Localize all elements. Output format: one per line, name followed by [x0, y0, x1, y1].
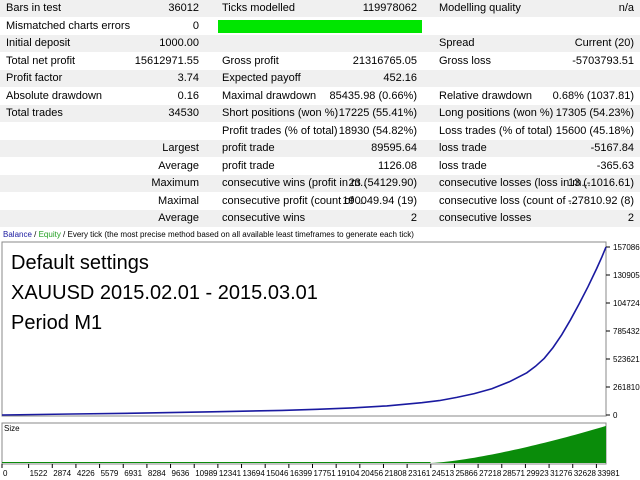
x-tick-label: 32628 [574, 469, 597, 478]
stat-value: 23 (54129.90) [348, 177, 418, 189]
report-row: Largest profit trade 89595.64 loss trade -51… [0, 140, 640, 157]
report-row: Total net profit 15612971.55 Gross profit 2… [0, 53, 640, 70]
stat-value: 34530 [168, 107, 199, 119]
report-row: Profit trades (% of total) 18930 (54.82%)… [0, 123, 640, 140]
stat-value: 18930 (54.82%) [338, 124, 417, 137]
x-tick-label: 4226 [77, 469, 95, 478]
report-row: Total trades 34530 Short positions (won %)… [0, 105, 640, 122]
x-tick-label: 5579 [101, 469, 119, 478]
x-tick-label: 15046 [266, 469, 289, 478]
report-row: Bars in test 36012 Ticks modelled 119978062… [0, 0, 640, 17]
x-tick-label: 12341 [219, 469, 242, 478]
stat-value: 21316765.05 [352, 54, 417, 67]
x-tick-label: 0 [3, 469, 8, 478]
stat-value: 119978062 [362, 2, 417, 14]
stat-value: n/a [618, 2, 634, 14]
y-tick-label: 5236217 [613, 355, 640, 364]
stat-value: 1126.08 [378, 159, 417, 172]
x-tick-label: 23161 [408, 469, 431, 478]
size-label: Size [4, 424, 20, 433]
stat-value: Maximum [151, 177, 199, 189]
report-row: Average profit trade 1126.08 loss trade -365… [0, 158, 640, 175]
x-tick-label: 25866 [455, 469, 478, 478]
stat-value: 0.16 [177, 89, 199, 102]
annotation-symbol-dates: XAUUSD 2015.02.01 - 2015.03.01 [11, 282, 318, 304]
x-tick-label: 33981 [597, 469, 620, 478]
stat-value [0, 123, 205, 140]
stat-value [433, 18, 640, 35]
stat-value: 3.74 [177, 72, 199, 84]
report-row: Absolute drawdown 0.16 Maximal drawdown 854… [0, 88, 640, 105]
stat-value: 1000.00 [159, 37, 199, 49]
y-tick-label: 2618109 [613, 383, 640, 392]
x-tick-label: 1522 [30, 469, 48, 478]
y-tick-label: 0 [613, 411, 618, 420]
chart-header-sep: / [31, 230, 39, 239]
x-tick-label: 28571 [503, 469, 526, 478]
stat-value: 15612971.55 [134, 54, 199, 67]
stat-value: 17225 (55.41%) [338, 107, 417, 119]
x-tick-label: 16399 [290, 469, 313, 478]
stat-value: 190049.94 (19) [342, 194, 417, 207]
stat-value: 452.16 [383, 72, 417, 84]
annotation-settings: Default settings [11, 252, 149, 274]
stat-value: Current (20) [574, 37, 634, 49]
x-tick-label: 8284 [148, 469, 166, 478]
report-row: Maximum consecutive wins (profit in m... 2… [0, 175, 640, 192]
stat-value [216, 18, 423, 35]
stat-value: Average [158, 159, 199, 172]
x-tick-label: 29923 [526, 469, 549, 478]
stat-value: 15600 (45.18%) [555, 124, 634, 137]
x-tick-label: 9636 [172, 469, 190, 478]
chart-header-description: / Every tick (the most precise method ba… [60, 230, 414, 239]
stat-value: 85435.98 (0.66%) [329, 89, 417, 102]
y-tick-label: 10472434 [613, 299, 640, 308]
stat-value: 2 [627, 212, 634, 224]
report-row: Profit factor 3.74 Expected payoff 452.16 [0, 70, 640, 87]
x-tick-label: 13694 [243, 469, 266, 478]
stat-value: 2 [410, 212, 417, 224]
report-table: Bars in test 36012 Ticks modelled 119978062… [0, 0, 640, 228]
x-tick-label: 21808 [384, 469, 407, 478]
balance-chart: 15708652 13090543 10472434 7854326 5236217 26… [0, 228, 640, 480]
stat-value: 17305 (54.23%) [555, 107, 634, 119]
stat-value: -27810.92 (8) [567, 194, 634, 207]
stat-value: Maximal [158, 194, 199, 207]
chart-header-balance: Balance [3, 230, 32, 239]
x-tick-label: 31276 [550, 469, 573, 478]
chart-header-equity: Equity [38, 230, 61, 239]
report-row: Initial deposit 1000.00 Spread Current (20) [0, 35, 640, 52]
stat-value: -365.63 [596, 159, 634, 172]
x-tick-label: 20456 [361, 469, 384, 478]
stat-value: 89595.64 [371, 142, 417, 154]
stat-value: -5703793.51 [572, 54, 634, 67]
x-tick-label: 10989 [195, 469, 218, 478]
stat-value: 0 [192, 19, 199, 32]
y-tick-label: 13090543 [613, 271, 640, 280]
chart-header: Balance / Equity / Every tick (the most … [0, 228, 640, 242]
x-tick-label: 24513 [432, 469, 455, 478]
annotation-period: Period M1 [11, 312, 103, 334]
y-tick-label: 7854326 [613, 327, 640, 336]
stat-value: -5167.84 [590, 142, 634, 154]
y-tick-label: 15708652 [613, 243, 640, 252]
stat-value: 36012 [168, 2, 199, 14]
report-row: Mismatched charts errors 0 [0, 18, 640, 35]
report-row: Average consecutive wins 2 consecutive loss… [0, 210, 640, 227]
stat-value [216, 35, 423, 52]
stat-value: 13 (-1016.61) [567, 177, 634, 189]
stat-value [433, 70, 640, 87]
stat-value: 0.68% (1037.81) [552, 89, 634, 102]
x-tick-label: 27218 [479, 469, 502, 478]
stat-value: Largest [162, 142, 199, 154]
x-tick-label: 2874 [53, 469, 71, 478]
x-tick-label: 6931 [124, 469, 142, 478]
x-tick-label: 19104 [337, 469, 360, 478]
x-tick-label: 17751 [314, 469, 337, 478]
stat-value: Average [158, 212, 199, 224]
report-row: Maximal consecutive profit (count of ... 1… [0, 193, 640, 210]
